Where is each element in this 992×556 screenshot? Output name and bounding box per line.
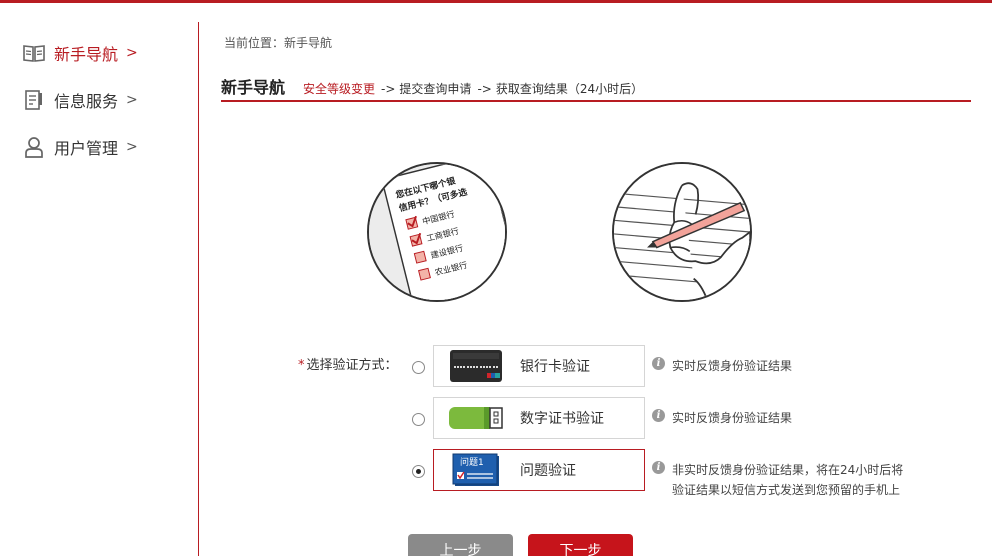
hint-question: i 非实时反馈身份验证结果，将在24小时后将 验证结果以短信方式发送到您预留的手… <box>652 460 903 500</box>
prev-step-button[interactable]: 上一步 <box>408 534 513 556</box>
radio-bank-card[interactable] <box>412 361 425 374</box>
hint-text: 实时反馈身份验证结果 <box>672 411 793 425</box>
question-card-icon: 问题1 <box>448 453 504 487</box>
chevron-right-icon: > <box>126 139 138 155</box>
option-label: 数字证书验证 <box>520 411 604 427</box>
info-icon: i <box>652 461 665 474</box>
hint-text: 非实时反馈身份验证结果，将在24小时后将 验证结果以短信方式发送到您预留的手机上 <box>672 460 903 500</box>
step-get-result: 获取查询结果（24小时后） <box>495 82 644 96</box>
sidebar-item-label: 信息服务 <box>54 92 119 111</box>
hint-digital-cert: i 实时反馈身份验证结果 <box>652 408 792 428</box>
info-icon: i <box>652 409 665 422</box>
chevron-right-icon: > <box>126 92 138 108</box>
option-label: 银行卡验证 <box>520 359 590 375</box>
sidebar-item-label: 新手导航 <box>54 45 119 64</box>
question-card-text: 问题1 <box>460 456 484 468</box>
info-icon: i <box>652 357 665 370</box>
radio-digital-cert[interactable] <box>412 413 425 426</box>
option-label: 问题验证 <box>520 463 576 479</box>
sidebar-item-user-manage[interactable]: 用户管理 > <box>22 132 138 162</box>
sidebar-item-guide[interactable]: 新手导航 > <box>22 38 138 68</box>
page-header: 新手导航 安全等级变更 -> 提交查询申请 -> 获取查询结果（24小时后） <box>221 74 971 102</box>
verify-method-label: * 选择验证方式： <box>298 354 398 373</box>
page-title: 新手导航 <box>221 78 286 97</box>
option-bank-card[interactable]: 银行卡验证 <box>433 345 645 387</box>
chevron-right-icon: > <box>126 45 138 61</box>
sidebar-item-label: 用户管理 <box>54 139 119 158</box>
hint-text: 实时反馈身份验证结果 <box>672 359 793 373</box>
book-icon <box>22 41 46 65</box>
option-question[interactable]: 问题1 问题验证 <box>433 449 645 491</box>
hint-line: 非实时反馈身份验证结果，将在24小时后将 <box>672 463 904 477</box>
sidebar: 新手导航 > 信息服务 > 用户管理 > <box>0 22 199 556</box>
step-security-change: 安全等级变更 <box>303 82 376 96</box>
verify-method-text: 选择验证方式： <box>306 358 398 373</box>
questionnaire-illustration: 您在以下哪个银 信用卡？（可多选 中国银行 工商银行 建设银行 农业银行 <box>367 162 507 302</box>
breadcrumb: 当前位置：新手导航 <box>224 34 332 51</box>
step-arrow: -> <box>381 82 396 96</box>
user-icon <box>22 135 46 159</box>
radio-question[interactable] <box>412 465 425 478</box>
step-submit-query: 提交查询申请 <box>399 82 472 96</box>
document-icon <box>22 88 46 112</box>
breadcrumb-current[interactable]: 新手导航 <box>284 36 332 50</box>
step-arrow: -> <box>477 82 492 96</box>
required-mark: * <box>298 358 305 373</box>
usb-key-icon <box>448 401 504 435</box>
sidebar-item-info-service[interactable]: 信息服务 > <box>22 85 138 115</box>
option-digital-cert[interactable]: 数字证书验证 <box>433 397 645 439</box>
writing-hand-illustration <box>612 162 752 302</box>
hint-line: 验证结果以短信方式发送到您预留的手机上 <box>672 483 901 497</box>
bank-card-icon <box>448 349 504 383</box>
top-accent-rule <box>0 0 992 3</box>
hint-bank-card: i 实时反馈身份验证结果 <box>652 356 792 376</box>
next-step-button[interactable]: 下一步 <box>528 534 633 556</box>
breadcrumb-prefix: 当前位置： <box>224 36 285 50</box>
